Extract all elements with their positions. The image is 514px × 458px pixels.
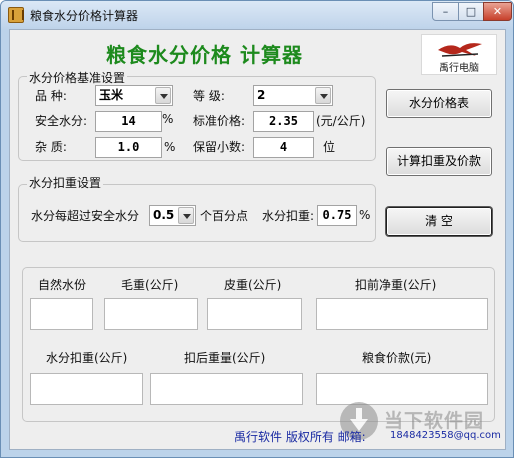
chevron-down-icon[interactable] [155, 87, 171, 104]
logo-text: 禹行电脑 [439, 63, 479, 74]
deduction-unit: % [359, 208, 371, 222]
moisture-deduction-field[interactable] [30, 373, 143, 405]
standard-price-input[interactable]: 2.35 [253, 111, 314, 132]
variety-select[interactable]: 玉米 [95, 85, 173, 106]
title-bar[interactable]: 粮食水分价格计算器 – □ ✕ [1, 1, 513, 29]
base-settings-legend: 水分价格基准设置 [27, 69, 128, 86]
eagle-logo-icon [438, 43, 482, 57]
standard-price-label: 标准价格: [193, 114, 246, 128]
decimals-unit: 位 [323, 140, 336, 154]
over-safe-moisture-label: 水分每超过安全水分 [31, 209, 140, 223]
footer-copyright: 禹行软件 版权所有 邮箱: [234, 430, 366, 444]
watermark-text: 当下软件园 [384, 410, 485, 432]
safe-moisture-input[interactable]: 14 [95, 111, 162, 132]
chevron-down-icon[interactable] [178, 207, 194, 224]
safe-moisture-label: 安全水分: [35, 114, 88, 128]
page-title: 粮食水分价格 计算器 [106, 43, 303, 67]
logo: 禹行电脑 [421, 34, 497, 75]
over-percent-value: 0.5 [153, 208, 175, 222]
deduction-label: 水分扣重: [262, 209, 315, 223]
gross-weight-field[interactable] [104, 298, 198, 330]
moisture-deduction-label: 水分扣重(公斤) [46, 351, 128, 365]
standard-price-unit: (元/公斤) [316, 114, 366, 128]
impurity-label: 杂 质: [35, 140, 67, 154]
grade-value: 2 [257, 88, 266, 102]
impurity-unit: % [164, 140, 176, 154]
tare-weight-field[interactable] [207, 298, 302, 330]
calculate-button[interactable]: 计算扣重及价款 [386, 147, 492, 176]
variety-label: 品 种: [35, 89, 67, 103]
natural-moisture-field[interactable] [30, 298, 93, 330]
net-after-field[interactable] [150, 373, 303, 405]
gross-weight-label: 毛重(公斤) [121, 278, 179, 292]
impurity-input[interactable]: 1.0 [95, 137, 162, 158]
net-after-label: 扣后重量(公斤) [184, 351, 266, 365]
safe-moisture-unit: % [162, 112, 174, 126]
grain-price-label: 粮食价款(元) [362, 351, 432, 365]
window-title: 粮食水分价格计算器 [30, 9, 139, 23]
clear-button[interactable]: 清 空 [386, 207, 492, 236]
net-before-field[interactable] [316, 298, 488, 330]
chevron-down-icon[interactable] [315, 87, 331, 104]
minimize-button[interactable]: – [432, 2, 459, 21]
close-button[interactable]: ✕ [483, 2, 512, 21]
over-percent-unit: 个百分点 [200, 209, 249, 223]
moisture-price-table-button[interactable]: 水分价格表 [386, 89, 492, 118]
natural-moisture-label: 自然水份 [38, 278, 87, 292]
deduction-settings-legend: 水分扣重设置 [27, 176, 104, 190]
net-before-label: 扣前净重(公斤) [355, 278, 437, 292]
client-area: 粮食水分价格 计算器 禹行电脑 水分价格基准设置 品 种: 玉米 等 级: 2 … [9, 29, 506, 450]
variety-value: 玉米 [99, 88, 124, 102]
decimals-input[interactable]: 4 [253, 137, 314, 158]
decimals-label: 保留小数: [193, 140, 246, 154]
maximize-button[interactable]: □ [458, 2, 484, 21]
app-grain-icon [8, 7, 24, 23]
footer-email: 1848423558@qq.com [390, 430, 501, 441]
main-window: 粮食水分价格计算器 – □ ✕ 粮食水分价格 计算器 禹行电脑 水分价格基准设置… [0, 0, 514, 458]
deduction-input[interactable]: 0.75 [317, 205, 357, 226]
grade-label: 等 级: [193, 89, 225, 103]
tare-weight-label: 皮重(公斤) [224, 278, 282, 292]
over-percent-select[interactable]: 0.5 [149, 205, 196, 226]
grade-select[interactable]: 2 [253, 85, 333, 106]
